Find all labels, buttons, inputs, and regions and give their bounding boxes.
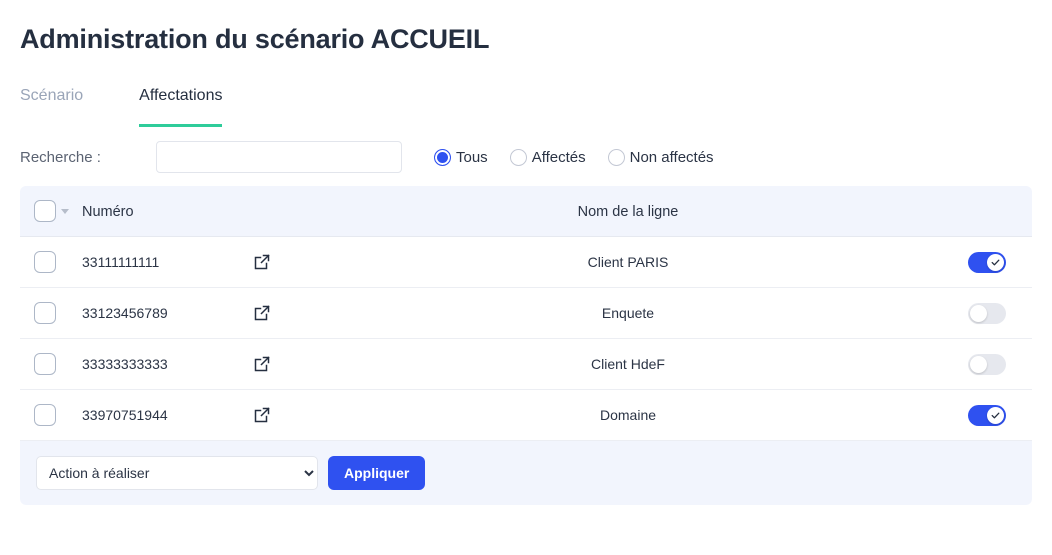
row-checkbox[interactable]: [34, 302, 56, 324]
row-nom: Enquete: [601, 305, 655, 321]
row-nom: Client PARIS: [587, 254, 669, 270]
row-nom: Domaine: [599, 407, 657, 423]
external-link-icon: [254, 254, 270, 270]
tab-scenario-label: Scénario: [20, 87, 84, 104]
tab-scenario[interactable]: Scénario: [20, 86, 83, 127]
table-row: 33970751944 Domaine: [20, 390, 1032, 441]
search-label: Recherche :: [20, 148, 101, 166]
row-checkbox[interactable]: [34, 251, 56, 273]
row-checkbox[interactable]: [34, 353, 56, 375]
row-toggle-cell: [942, 251, 1032, 273]
row-toggle[interactable]: [968, 353, 1006, 375]
action-select[interactable]: Action à réaliser: [36, 456, 318, 490]
row-toggle[interactable]: [968, 251, 1006, 273]
toggle-knob: [987, 253, 1004, 271]
tab-bar: Scénario Affectations: [20, 86, 1032, 128]
column-header-numero-label: Numéro: [82, 203, 134, 220]
column-header-nom-label: Nom de la ligne: [577, 203, 679, 220]
row-toggle-cell: [942, 353, 1032, 375]
table-row: 33111111111 Client PARIS: [20, 237, 1032, 288]
row-toggle[interactable]: [968, 302, 1006, 324]
affectations-table: Numéro Nom de la ligne 33111111111 Clien…: [20, 186, 1032, 505]
table-footer: Action à réaliser Appliquer: [20, 441, 1032, 505]
admin-scenario-page: Administration du scénario ACCUEIL Scéna…: [0, 0, 1052, 555]
radio-tous-dot: [434, 148, 451, 166]
radio-affectes-dot: [509, 148, 527, 166]
row-checkbox-cell: [20, 251, 72, 273]
select-all-cell: [20, 200, 72, 222]
external-link-icon: [254, 407, 270, 423]
row-checkbox-cell: [20, 302, 72, 324]
row-numero: 33123456789: [82, 305, 168, 321]
filter-radio-group: Tous Affectés Non affectés: [434, 148, 714, 166]
check-icon: [991, 259, 1000, 265]
table-header-row: Numéro Nom de la ligne: [20, 186, 1032, 237]
filter-row: Recherche : Tous Affectés Non affectés: [20, 128, 1032, 186]
table-row: 33333333333 Client HdeF: [20, 339, 1032, 390]
check-icon: [991, 412, 1000, 418]
row-toggle-cell: [942, 404, 1032, 426]
row-numero: 33333333333: [82, 356, 168, 372]
toggle-knob: [970, 304, 987, 322]
chevron-down-icon[interactable]: [61, 208, 69, 214]
row-nom: Client HdeF: [591, 356, 665, 372]
page-title: Administration du scénario ACCUEIL: [20, 24, 490, 54]
radio-non-affectes-dot: [607, 148, 625, 166]
radio-affectes[interactable]: Affectés: [509, 148, 586, 166]
row-toggle-cell: [942, 302, 1032, 324]
radio-affectes-label: Affectés: [531, 148, 586, 166]
radio-non-affectes-label: Non affectés: [629, 148, 714, 166]
row-numero: 33111111111: [82, 254, 160, 270]
row-open-link[interactable]: [242, 305, 362, 321]
table-row: 33123456789 Enquete: [20, 288, 1032, 339]
row-checkbox-cell: [20, 404, 72, 426]
external-link-icon: [254, 305, 270, 321]
radio-tous[interactable]: Tous: [434, 148, 488, 166]
search-input[interactable]: [156, 141, 402, 173]
column-header-nom: Nom de la ligne: [362, 203, 942, 220]
row-toggle[interactable]: [968, 404, 1006, 426]
row-numero: 33970751944: [82, 407, 168, 423]
external-link-icon: [254, 356, 270, 372]
column-header-numero: Numéro: [72, 203, 242, 220]
radio-tous-label: Tous: [456, 148, 488, 166]
toggle-knob: [987, 406, 1004, 424]
tab-bar-rule: [20, 127, 1032, 128]
row-open-link[interactable]: [242, 254, 362, 270]
tab-affectations[interactable]: Affectations: [139, 86, 223, 127]
apply-button[interactable]: Appliquer: [328, 456, 426, 490]
tab-affectations-label: Affectations: [139, 87, 223, 104]
row-checkbox[interactable]: [34, 404, 56, 426]
row-open-link[interactable]: [242, 407, 362, 423]
row-checkbox-cell: [20, 353, 72, 375]
toggle-knob: [970, 355, 987, 373]
select-all-checkbox[interactable]: [34, 200, 56, 222]
row-open-link[interactable]: [242, 356, 362, 372]
radio-non-affectes[interactable]: Non affectés: [607, 148, 714, 166]
